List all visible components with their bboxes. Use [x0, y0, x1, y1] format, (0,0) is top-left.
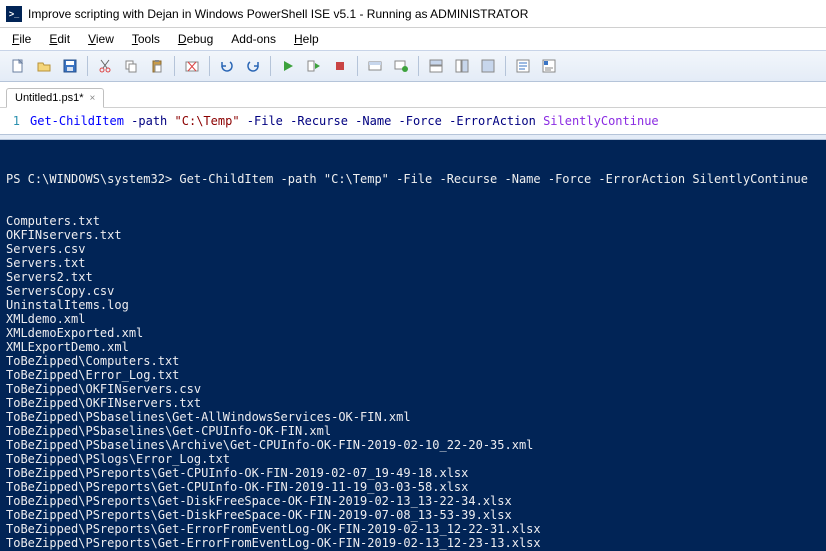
- toolbar-separator: [505, 56, 506, 76]
- menu-edit[interactable]: Edit: [41, 30, 78, 48]
- clear-button[interactable]: [180, 54, 204, 78]
- editor-tab-row: Untitled1.ps1* ×: [0, 82, 826, 108]
- toolbar-separator: [357, 56, 358, 76]
- show-script-pane-right-button[interactable]: [450, 54, 474, 78]
- menu-tools[interactable]: Tools: [124, 30, 168, 48]
- toolbar-separator: [270, 56, 271, 76]
- toolbar-separator: [174, 56, 175, 76]
- show-command-button[interactable]: [511, 54, 535, 78]
- start-remote-button[interactable]: [389, 54, 413, 78]
- menu-help[interactable]: Help: [286, 30, 327, 48]
- show-script-pane-max-button[interactable]: [476, 54, 500, 78]
- run-selection-button[interactable]: [302, 54, 326, 78]
- menu-addons[interactable]: Add-ons: [223, 30, 284, 48]
- tab-label: Untitled1.ps1*: [15, 92, 84, 104]
- stop-button[interactable]: [328, 54, 352, 78]
- redo-button[interactable]: [241, 54, 265, 78]
- menu-file[interactable]: File: [4, 30, 39, 48]
- title-bar: >_ Improve scripting with Dejan in Windo…: [0, 0, 826, 28]
- toolbar-separator: [87, 56, 88, 76]
- window-title: Improve scripting with Dejan in Windows …: [28, 7, 528, 21]
- console-output: Computers.txt OKFINservers.txt Servers.c…: [6, 214, 820, 551]
- console-prompt-line: PS C:\WINDOWS\system32> Get-ChildItem -p…: [6, 172, 820, 186]
- console-pane[interactable]: PS C:\WINDOWS\system32> Get-ChildItem -p…: [0, 140, 826, 551]
- code-line[interactable]: Get-ChildItem -path "C:\Temp" -File -Rec…: [30, 114, 659, 128]
- powershell-app-icon: >_: [6, 6, 22, 22]
- copy-button[interactable]: [119, 54, 143, 78]
- open-button[interactable]: [32, 54, 56, 78]
- editor-tab[interactable]: Untitled1.ps1* ×: [6, 88, 104, 108]
- run-button[interactable]: [276, 54, 300, 78]
- save-button[interactable]: [58, 54, 82, 78]
- menu-bar: File Edit View Tools Debug Add-ons Help: [0, 28, 826, 50]
- close-tab-icon[interactable]: ×: [90, 93, 96, 104]
- show-command-addon-button[interactable]: [537, 54, 561, 78]
- line-number: 1: [0, 114, 30, 128]
- paste-button[interactable]: [145, 54, 169, 78]
- new-remote-tab-button[interactable]: [363, 54, 387, 78]
- script-editor[interactable]: 1 Get-ChildItem -path "C:\Temp" -File -R…: [0, 108, 826, 134]
- menu-view[interactable]: View: [80, 30, 122, 48]
- new-button[interactable]: [6, 54, 30, 78]
- cut-button[interactable]: [93, 54, 117, 78]
- menu-debug[interactable]: Debug: [170, 30, 221, 48]
- toolbar-separator: [209, 56, 210, 76]
- toolbar: [0, 50, 826, 82]
- toolbar-separator: [418, 56, 419, 76]
- undo-button[interactable]: [215, 54, 239, 78]
- show-script-pane-top-button[interactable]: [424, 54, 448, 78]
